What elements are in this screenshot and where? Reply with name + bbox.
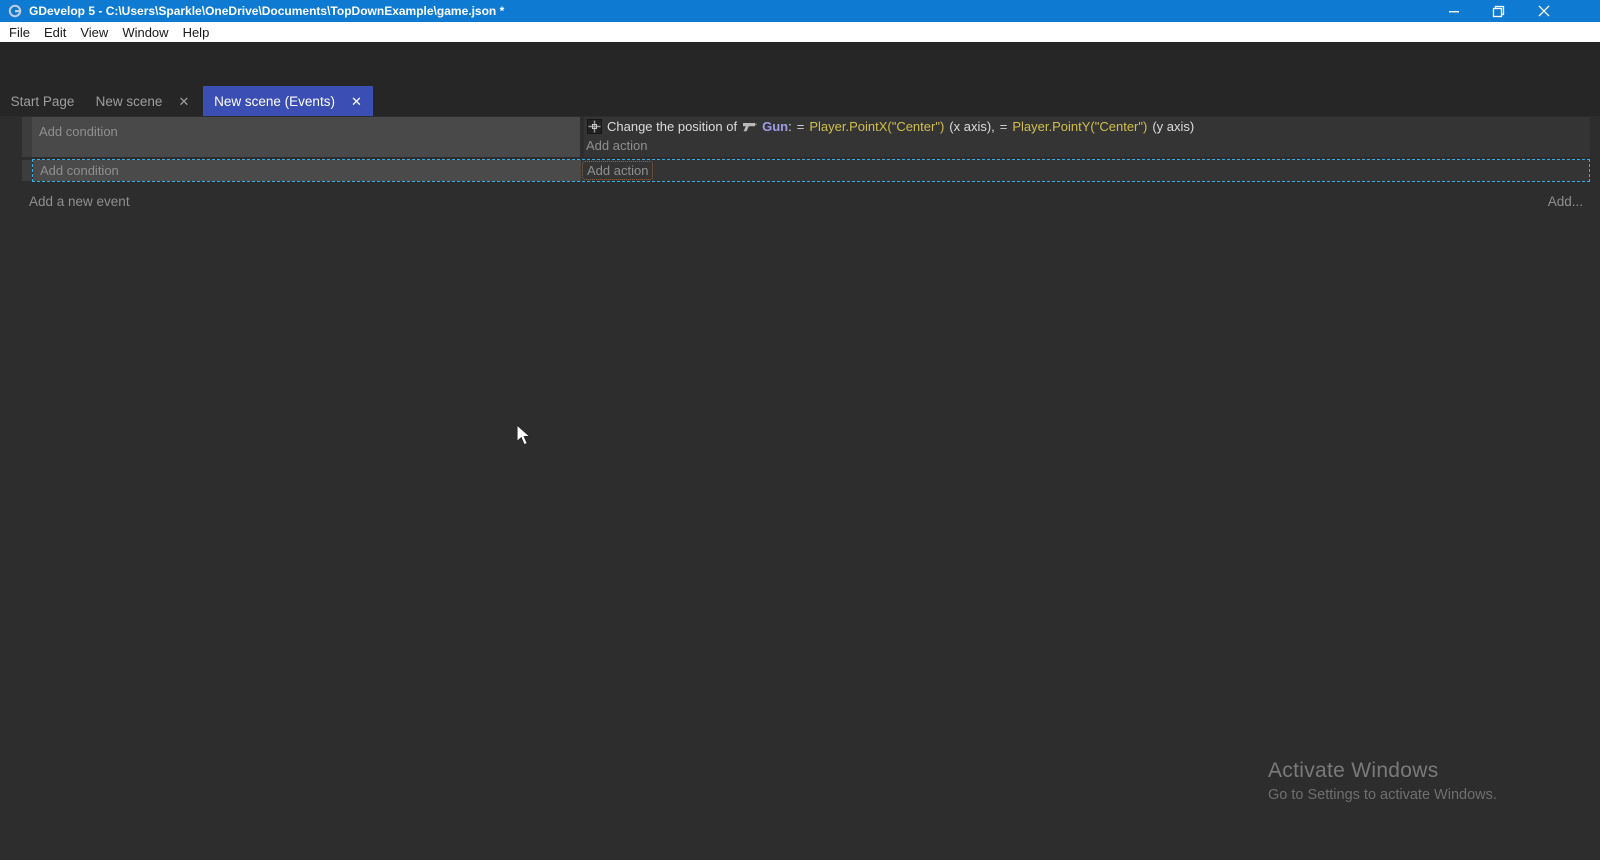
add-condition-link[interactable]: Add condition	[40, 163, 119, 178]
tab-label: New scene	[96, 94, 163, 109]
tab-start-page[interactable]: Start Page	[0, 86, 85, 116]
add-action-link[interactable]: Add action	[582, 161, 653, 180]
add-action-link[interactable]: Add action	[586, 138, 647, 153]
expression-y: Player.PointY("Center")	[1012, 119, 1147, 134]
menu-window[interactable]: Window	[115, 22, 175, 42]
watermark-subtitle: Go to Settings to activate Windows.	[1268, 787, 1497, 803]
activate-windows-watermark: Activate Windows Go to Settings to activ…	[1268, 759, 1497, 803]
position-icon	[587, 119, 602, 134]
action-text: Change the position of	[607, 119, 737, 134]
menu-view[interactable]: View	[73, 22, 115, 42]
window-title: GDevelop 5 - C:\Users\Sparkle\OneDrive\D…	[29, 4, 504, 18]
operator: =	[797, 119, 805, 134]
menu-file[interactable]: File	[2, 22, 37, 42]
object-name: Gun	[762, 119, 788, 134]
restore-icon	[1492, 5, 1505, 18]
event-row-selected[interactable]: Add condition Add action	[32, 159, 1590, 182]
tabbar: Start Page New scene ✕ New scene (Events…	[0, 86, 1600, 116]
event-gutter[interactable]	[22, 160, 32, 181]
menubar: File Edit View Window Help	[0, 22, 1600, 42]
conditions-column[interactable]: Add condition	[33, 160, 581, 181]
actions-column[interactable]: Change the position of Gun: = Player.Poi…	[584, 117, 1590, 157]
add-button[interactable]: Add...	[1548, 194, 1583, 209]
tab-close-icon[interactable]: ✕	[178, 95, 189, 108]
axis-label-y: (y axis)	[1152, 119, 1194, 134]
close-icon	[1538, 5, 1550, 17]
tab-label: Start Page	[11, 94, 75, 109]
tab-close-icon[interactable]: ✕	[351, 95, 362, 108]
tab-label: New scene (Events)	[214, 94, 335, 109]
add-new-event-link[interactable]: Add a new event	[29, 194, 130, 209]
mouse-cursor	[516, 424, 534, 453]
minimize-icon	[1448, 5, 1460, 17]
actions-column[interactable]: Add action	[581, 160, 1589, 181]
titlebar: GDevelop 5 - C:\Users\Sparkle\OneDrive\D…	[0, 0, 1600, 22]
menu-help[interactable]: Help	[176, 22, 217, 42]
event-row: Add condition Change the position of Gun…	[32, 117, 1590, 157]
events-sheet: Add condition Change the position of Gun…	[0, 116, 1600, 860]
gdevelop-logo-icon	[8, 4, 22, 18]
tab-new-scene-events[interactable]: New scene (Events) ✕	[203, 86, 373, 116]
gun-thumbnail-icon	[742, 121, 757, 133]
menu-edit[interactable]: Edit	[37, 22, 73, 42]
conditions-column[interactable]: Add condition	[32, 117, 580, 157]
operator: =	[1000, 119, 1008, 134]
tab-new-scene[interactable]: New scene ✕	[85, 86, 200, 116]
axis-label-x: (x axis),	[949, 119, 995, 134]
action-object: Gun:	[762, 119, 792, 134]
toolbar	[0, 42, 1600, 86]
restore-button[interactable]	[1475, 0, 1521, 22]
add-condition-link[interactable]: Add condition	[39, 124, 118, 139]
watermark-title: Activate Windows	[1268, 759, 1497, 783]
action-item[interactable]: Change the position of Gun: = Player.Poi…	[584, 117, 1590, 134]
expression-x: Player.PointX("Center")	[809, 119, 944, 134]
close-button[interactable]	[1521, 0, 1567, 22]
minimize-button[interactable]	[1431, 0, 1477, 22]
event-gutter[interactable]	[22, 117, 32, 157]
